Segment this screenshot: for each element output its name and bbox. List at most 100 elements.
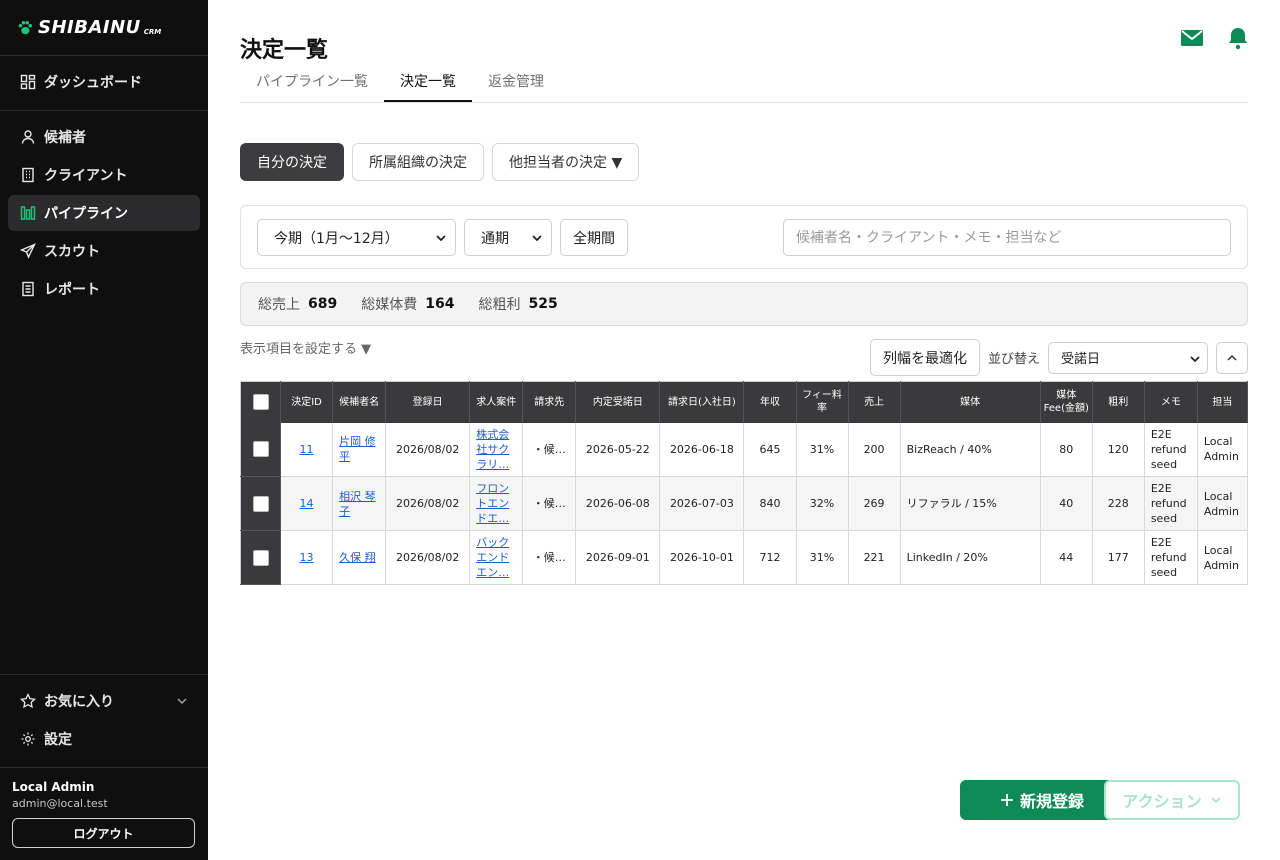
chevron-down-icon — [436, 235, 446, 242]
table-row[interactable]: 11 片岡 修平 2026/08/02 株式会社サクラリ… ・候… 2026-0… — [240, 422, 1249, 477]
user-icon — [20, 129, 36, 145]
action-menu-label: アクション — [1122, 792, 1202, 811]
sidebar-item-dashboard[interactable]: ダッシュボード — [8, 64, 200, 100]
header-id[interactable]: 決定ID — [280, 381, 334, 423]
all-period-button[interactable]: 全期間 — [560, 219, 628, 256]
term-select[interactable]: 通期 — [464, 219, 552, 256]
favorites-section: お気に入り 設定 — [0, 674, 208, 768]
scope-others-button[interactable]: 他担当者の決定 ▼ — [492, 143, 640, 181]
cell-media-fee: 40 — [1040, 476, 1093, 531]
header-media[interactable]: 媒体 — [900, 381, 1041, 423]
header-registered[interactable]: 登録日 — [385, 381, 471, 423]
cell-owner: Local Admin — [1197, 476, 1249, 531]
cell-candidate: 片岡 修平 — [332, 422, 387, 477]
header-fee-rate[interactable]: フィー料率 — [796, 381, 849, 423]
cell-id: 14 — [280, 476, 334, 531]
header-sales[interactable]: 売上 — [848, 381, 901, 423]
header-media-fee[interactable]: 媒体Fee(金額) — [1040, 381, 1093, 423]
sidebar-item-candidates[interactable]: 候補者 — [8, 119, 200, 155]
row-checkbox[interactable] — [252, 495, 269, 512]
tab-pipeline-list[interactable]: パイプライン一覧 — [240, 64, 384, 102]
table-row[interactable]: 14 相沢 琴子 2026/08/02 フロントエンドエ… ・候… 2026-0… — [240, 476, 1249, 531]
sidebar-item-label: お気に入り — [44, 694, 114, 710]
table-header-row: 決定ID 候補者名 登録日 求人案件 請求先 内定受諾日 請求日(入社日) 年収… — [240, 381, 1249, 423]
header-profit[interactable]: 粗利 — [1092, 381, 1145, 423]
select-all-checkbox[interactable] — [252, 394, 269, 411]
mail-icon[interactable] — [1180, 26, 1204, 50]
header-owner[interactable]: 担当 — [1197, 381, 1249, 423]
scope-org-button[interactable]: 所属組織の決定 — [352, 143, 484, 181]
header-job[interactable]: 求人案件 — [469, 381, 524, 423]
cell-owner: Local Admin — [1197, 530, 1249, 585]
sidebar-item-label: レポート — [44, 282, 100, 298]
period-select[interactable]: 今期（1月〜12月） — [257, 219, 456, 256]
cell-sales: 221 — [848, 530, 901, 585]
total-media-label: 総媒体費 — [361, 297, 418, 313]
fit-columns-button[interactable]: 列幅を最適化 — [869, 339, 980, 376]
sidebar-item-settings[interactable]: 設定 — [8, 721, 200, 757]
cell-salary: 840 — [743, 476, 797, 531]
decision-id-link[interactable]: 13 — [300, 551, 314, 564]
table-row[interactable]: 13 久保 翔 2026/08/02 バックエンドエン… ・候… 2026-09… — [240, 530, 1249, 585]
job-link[interactable]: バックエンドエン… — [476, 535, 516, 580]
column-config-toggle[interactable]: 表示項目を設定する ▼ — [240, 338, 371, 357]
new-register-button[interactable]: 新規登録 — [960, 780, 1124, 820]
sidebar-item-label: 設定 — [44, 732, 72, 748]
sidebar-item-label: 候補者 — [44, 130, 86, 146]
nav-section-sub: 候補者 クライアント パイプライン スカウト レポート — [0, 111, 208, 317]
brand[interactable]: SHIBAINU CRM — [0, 0, 208, 56]
sidebar-item-pipeline[interactable]: パイプライン — [8, 195, 200, 231]
job-link[interactable]: フロントエンドエ… — [476, 481, 516, 526]
summary-bar: 総売上 689 総媒体費 164 総粗利 525 — [240, 282, 1248, 326]
document-icon — [20, 281, 36, 297]
top-icons — [1180, 26, 1250, 50]
scope-mine-button[interactable]: 自分の決定 — [240, 143, 344, 181]
row-select-cell — [240, 422, 282, 477]
decision-id-link[interactable]: 14 — [300, 497, 314, 510]
header-memo[interactable]: メモ — [1144, 381, 1198, 423]
cell-memo: E2E refund seed — [1144, 422, 1198, 477]
sidebar-item-favorites[interactable]: お気に入り — [8, 683, 200, 719]
sidebar-item-scout[interactable]: スカウト — [8, 233, 200, 269]
candidate-link[interactable]: 相沢 琴子 — [339, 490, 376, 518]
sidebar-item-label: クライアント — [44, 168, 128, 184]
cell-profit: 120 — [1092, 422, 1145, 477]
chevron-down-icon — [1210, 797, 1221, 804]
sidebar-item-clients[interactable]: クライアント — [8, 157, 200, 193]
new-register-label: 新規登録 — [1019, 792, 1084, 811]
building-icon — [20, 167, 36, 183]
tab-decision-list[interactable]: 決定一覧 — [384, 64, 472, 102]
main-content: 決定一覧 パイプライン一覧 決定一覧 返金管理 自分の決定 所属組織の決定 他担… — [208, 0, 1280, 860]
logout-button[interactable]: ログアウト — [12, 818, 195, 848]
term-select-value: 通期 — [481, 230, 509, 247]
cell-job: 株式会社サクラリ… — [469, 422, 524, 477]
cell-memo: E2E refund seed — [1144, 476, 1198, 531]
tab-refund[interactable]: 返金管理 — [472, 64, 560, 102]
header-salary[interactable]: 年収 — [743, 381, 797, 423]
bell-icon[interactable] — [1226, 26, 1250, 50]
cell-offer-date: 2026-05-22 — [575, 422, 661, 477]
header-start-date[interactable]: 請求日(入社日) — [659, 381, 745, 423]
brand-name: SHIBAINU — [38, 17, 141, 38]
row-checkbox[interactable] — [252, 441, 269, 458]
header-offer-date[interactable]: 内定受諾日 — [575, 381, 661, 423]
cell-sales: 200 — [848, 422, 901, 477]
candidate-link[interactable]: 久保 翔 — [339, 551, 376, 564]
decision-id-link[interactable]: 11 — [300, 443, 314, 456]
candidate-link[interactable]: 片岡 修平 — [339, 435, 376, 463]
header-billing[interactable]: 請求先 — [522, 381, 577, 423]
search-input[interactable] — [783, 219, 1231, 256]
sidebar-item-report[interactable]: レポート — [8, 271, 200, 307]
cell-sales: 269 — [848, 476, 901, 531]
row-checkbox[interactable] — [252, 549, 269, 566]
sort-select[interactable]: 受諾日 — [1048, 341, 1208, 374]
action-menu-button[interactable]: アクション — [1104, 780, 1240, 820]
cell-start-date: 2026-10-01 — [659, 530, 745, 585]
header-candidate[interactable]: 候補者名 — [332, 381, 387, 423]
job-link[interactable]: 株式会社サクラリ… — [476, 427, 516, 472]
collapse-button[interactable] — [1216, 341, 1248, 374]
user-block: Local Admin admin@local.test ログアウト — [0, 768, 208, 860]
cell-candidate: 久保 翔 — [332, 530, 387, 585]
page-title: 決定一覧 — [240, 38, 329, 63]
cell-registered: 2026/08/02 — [385, 530, 471, 585]
